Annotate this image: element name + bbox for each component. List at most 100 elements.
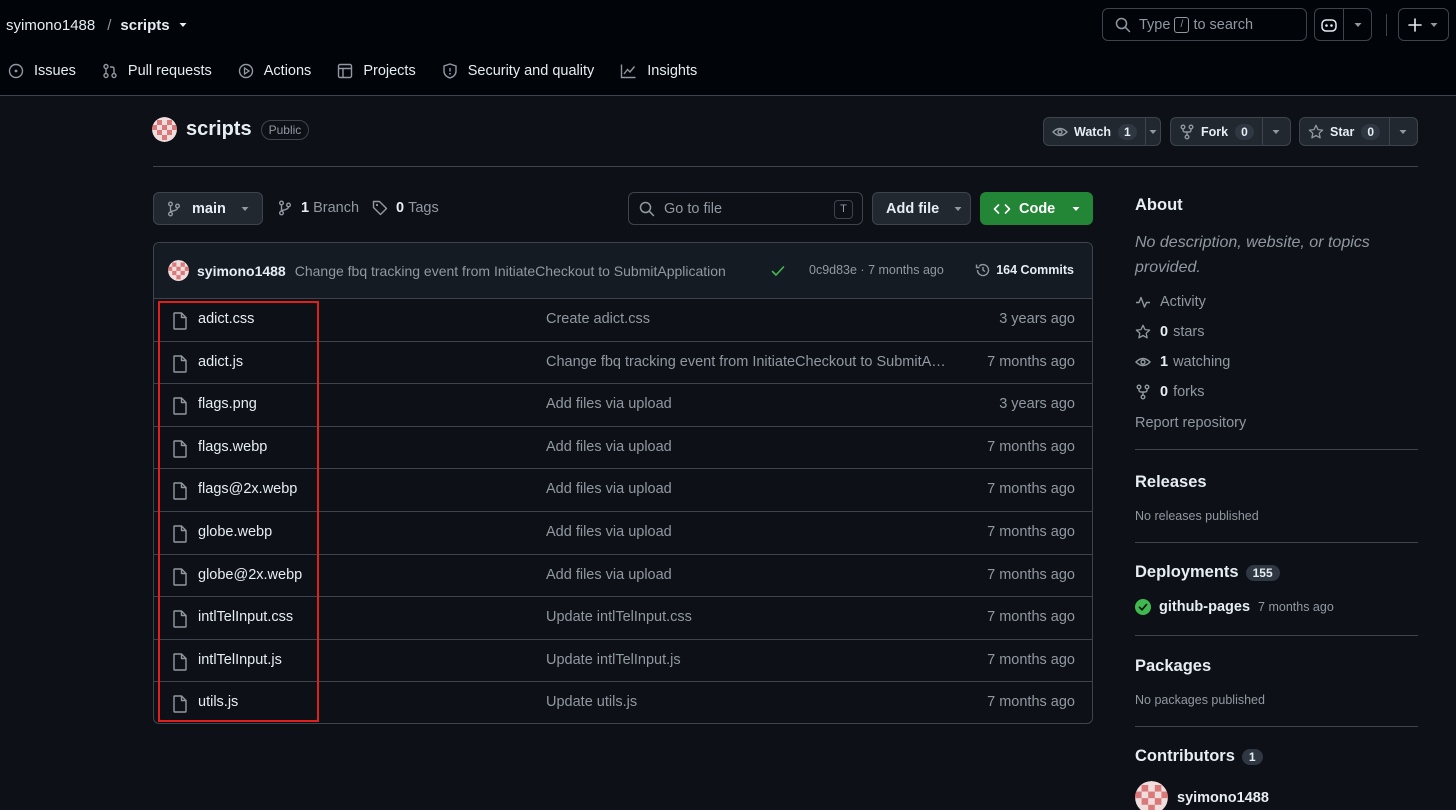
file-commit-message[interactable]: Change fbq tracking event from InitiateC… bbox=[546, 354, 951, 370]
repo-name[interactable]: scripts bbox=[186, 118, 252, 141]
owner-link[interactable]: syimono1488 bbox=[6, 17, 95, 34]
table-row[interactable]: flags.webp Add files via upload 7 months a… bbox=[154, 427, 1092, 470]
watch-dropdown[interactable] bbox=[1146, 118, 1160, 145]
check-icon[interactable] bbox=[771, 264, 785, 278]
tab-insights[interactable]: Insights bbox=[620, 63, 697, 79]
table-row[interactable]: utils.js Update utils.js 7 months ago bbox=[154, 682, 1092, 723]
activity-link[interactable]: Activity bbox=[1135, 294, 1206, 310]
file-name[interactable]: adict.js bbox=[198, 354, 243, 370]
commit-sha-time[interactable]: 0c9d83e · 7 months ago bbox=[809, 263, 944, 277]
table-icon bbox=[338, 63, 353, 79]
table-row[interactable]: globe@2x.webp Add files via upload 7 month… bbox=[154, 555, 1092, 598]
author-avatar[interactable] bbox=[168, 260, 189, 281]
copilot-button[interactable] bbox=[1314, 8, 1372, 41]
branch-selector[interactable]: main bbox=[153, 192, 263, 225]
tag-count: 0 bbox=[396, 200, 405, 216]
chevron-down-icon bbox=[1072, 206, 1080, 211]
chevron-down-icon bbox=[1149, 129, 1157, 134]
file-name[interactable]: intlTelInput.css bbox=[198, 609, 293, 625]
contributors-title[interactable]: Contributors bbox=[1135, 747, 1235, 766]
file-icon bbox=[173, 440, 187, 458]
create-new-button[interactable] bbox=[1398, 8, 1449, 41]
file-commit-message[interactable]: Add files via upload bbox=[546, 524, 951, 540]
file-name[interactable]: adict.css bbox=[198, 311, 254, 327]
file-commit-message[interactable]: Add files via upload bbox=[546, 439, 951, 455]
releases-title[interactable]: Releases bbox=[1135, 473, 1418, 492]
file-icon bbox=[173, 397, 187, 415]
go-to-file-input[interactable]: Go to file T bbox=[628, 192, 863, 225]
fork-button[interactable]: Fork 0 bbox=[1171, 118, 1263, 145]
add-file-button[interactable]: Add file bbox=[872, 192, 971, 225]
tab-actions[interactable]: Actions bbox=[238, 63, 311, 79]
table-row[interactable]: adict.js Change fbq tracking event from I… bbox=[154, 342, 1092, 385]
tab-security[interactable]: Security and quality bbox=[442, 63, 594, 79]
graph-icon bbox=[621, 64, 636, 79]
chevron-down-icon[interactable] bbox=[178, 20, 188, 30]
fork-label: Fork bbox=[1201, 124, 1229, 139]
global-search-input[interactable]: Type / to search bbox=[1102, 8, 1307, 41]
file-commit-date: 7 months ago bbox=[987, 566, 1075, 583]
file-commit-message[interactable]: Update intlTelInput.css bbox=[546, 609, 951, 625]
eye-icon bbox=[1135, 357, 1151, 367]
fork-dropdown[interactable] bbox=[1263, 118, 1290, 145]
table-row[interactable]: intlTelInput.css Update intlTelInput.css 7… bbox=[154, 597, 1092, 640]
contributor-name[interactable]: syimono1488 bbox=[1177, 790, 1269, 806]
stars-count: 0 bbox=[1160, 324, 1169, 340]
table-row[interactable]: flags.png Add files via upload 3 years ago bbox=[154, 384, 1092, 427]
commits-link[interactable]: 164 Commits bbox=[975, 262, 1074, 278]
file-name[interactable]: flags@2x.webp bbox=[198, 481, 297, 497]
code-button[interactable]: Code bbox=[980, 192, 1093, 225]
file-name[interactable]: flags.png bbox=[198, 396, 257, 412]
tab-pull-requests[interactable]: Pull requests bbox=[102, 63, 212, 79]
packages-title[interactable]: Packages bbox=[1135, 657, 1418, 676]
tags-link[interactable]: 0 Tags bbox=[372, 200, 439, 216]
about-section: About bbox=[1135, 196, 1418, 215]
commit-message[interactable]: Change fbq tracking event from InitiateC… bbox=[295, 263, 747, 279]
file-commit-message[interactable]: Add files via upload bbox=[546, 481, 951, 497]
contributor-item[interactable]: syimono1488 bbox=[1135, 781, 1269, 810]
watching-link[interactable]: 1 watching bbox=[1135, 354, 1230, 370]
forks-link[interactable]: 0 forks bbox=[1135, 384, 1205, 400]
packages-empty: No packages published bbox=[1135, 693, 1265, 707]
chevron-down-icon[interactable] bbox=[1353, 20, 1363, 30]
sidebar-divider bbox=[1135, 635, 1418, 636]
commit-author[interactable]: syimono1488 bbox=[197, 263, 286, 279]
stars-label: stars bbox=[1173, 324, 1205, 340]
file-name[interactable]: intlTelInput.js bbox=[198, 652, 282, 668]
deployments-title[interactable]: Deployments bbox=[1135, 563, 1239, 582]
file-name[interactable]: globe@2x.webp bbox=[198, 567, 302, 583]
title-divider bbox=[153, 166, 1418, 167]
search-icon bbox=[639, 201, 655, 216]
table-row[interactable]: intlTelInput.js Update intlTelInput.js 7 m… bbox=[154, 640, 1092, 683]
file-name[interactable]: globe.webp bbox=[198, 524, 272, 540]
branch-name: main bbox=[192, 200, 226, 217]
table-row[interactable]: flags@2x.webp Add files via upload 7 month… bbox=[154, 469, 1092, 512]
file-name[interactable]: flags.webp bbox=[198, 439, 267, 455]
search-icon bbox=[1115, 17, 1131, 32]
table-row[interactable]: adict.css Create adict.css 3 years ago bbox=[154, 299, 1092, 342]
watch-button[interactable]: Watch 1 bbox=[1044, 118, 1146, 145]
sidebar-divider bbox=[1135, 449, 1418, 450]
file-commit-message[interactable]: Add files via upload bbox=[546, 396, 951, 412]
file-commit-message[interactable]: Update utils.js bbox=[546, 694, 951, 710]
file-name[interactable]: utils.js bbox=[198, 694, 238, 710]
repo-link[interactable]: scripts bbox=[120, 17, 169, 34]
owner-avatar[interactable] bbox=[152, 117, 177, 142]
file-commit-message[interactable]: Update intlTelInput.js bbox=[546, 652, 951, 668]
contributor-avatar[interactable] bbox=[1135, 781, 1168, 810]
deployment-env[interactable]: github-pages bbox=[1159, 599, 1250, 615]
issue-icon bbox=[8, 63, 24, 79]
file-commit-message[interactable]: Create adict.css bbox=[546, 311, 951, 327]
file-commit-message[interactable]: Add files via upload bbox=[546, 567, 951, 583]
tab-projects[interactable]: Projects bbox=[337, 63, 416, 79]
play-icon bbox=[238, 63, 253, 79]
table-row[interactable]: globe.webp Add files via upload 7 months a… bbox=[154, 512, 1092, 555]
tab-issues[interactable]: Issues bbox=[8, 63, 76, 79]
report-repository-link[interactable]: Report repository bbox=[1135, 415, 1246, 431]
star-dropdown[interactable] bbox=[1390, 118, 1417, 145]
deployment-item: github-pages 7 months ago bbox=[1135, 599, 1334, 615]
file-icon bbox=[173, 482, 187, 501]
stars-link[interactable]: 0 stars bbox=[1135, 324, 1205, 340]
star-button[interactable]: Star 0 bbox=[1300, 118, 1390, 145]
branches-link[interactable]: 1 Branch bbox=[277, 200, 359, 216]
